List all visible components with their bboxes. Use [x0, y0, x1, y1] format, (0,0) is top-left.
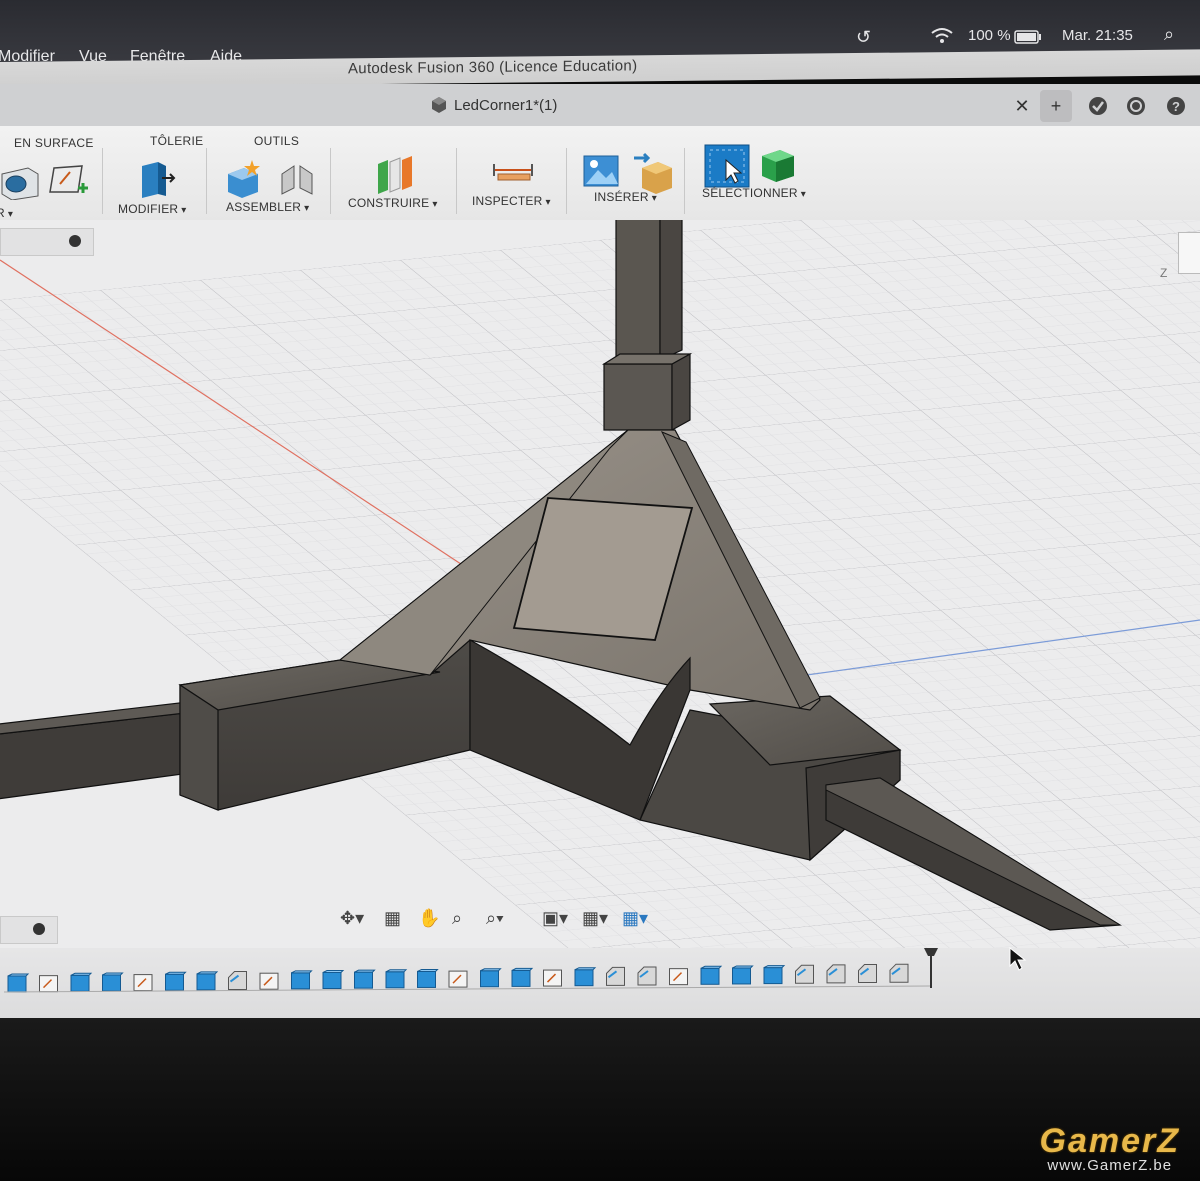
hole-icon[interactable] [0, 164, 40, 200]
svg-text:?: ? [1172, 99, 1180, 114]
document-tab[interactable]: LedCorner1*(1) [430, 96, 557, 114]
zoom-icon[interactable]: ⌕ [452, 908, 462, 929]
menubar-clock[interactable]: Mar. 21:35 [1062, 27, 1133, 44]
timeline-feature-extrude-icon[interactable] [385, 969, 408, 989]
timeline-feature-extrude-icon[interactable] [70, 972, 93, 992]
group-selectionner[interactable]: SÉLECTIONNER [702, 186, 806, 200]
tab-en-surface[interactable]: EN SURFACE [14, 136, 94, 150]
timeline-feature-chamfer-icon[interactable] [795, 964, 814, 984]
battery-percentage: 100 % [968, 27, 1011, 44]
timeline-marker-icon[interactable] [924, 948, 938, 988]
group-modifier[interactable]: MODIFIER [118, 202, 186, 216]
press-pull-icon[interactable] [136, 158, 178, 200]
fit-icon[interactable]: ⌕▾ [486, 908, 504, 929]
tab-outils[interactable]: OUTILS [254, 134, 299, 148]
close-tab-icon[interactable]: ✕ [1008, 90, 1036, 122]
tab-tolerie[interactable]: TÔLERIE [150, 134, 203, 148]
timeline-feature-extrude-icon[interactable] [417, 968, 439, 988]
vertical-rod [615, 220, 683, 361]
group-inspecter[interactable]: INSPECTER [472, 194, 551, 208]
browser-panel-collapsed[interactable] [0, 228, 94, 256]
timeline-feature-extrude-icon[interactable] [480, 968, 502, 988]
comments-panel-collapsed[interactable] [0, 916, 58, 944]
timeline-feature-sketch-icon[interactable] [448, 970, 468, 988]
timeline-feature-extrude-icon[interactable] [7, 973, 30, 993]
measure-icon[interactable] [492, 156, 534, 186]
viewport-canvas[interactable] [0, 220, 1200, 950]
pan-hand-icon[interactable]: ✋ [418, 908, 440, 929]
timeline-feature-extrude-icon[interactable] [322, 970, 345, 989]
timeline-feature-sketch-icon[interactable] [259, 972, 279, 990]
gamerz-watermark: GamerZ www.GamerZ.be [1040, 1122, 1181, 1174]
battery-icon[interactable] [1014, 30, 1042, 48]
timeline-feature-fillet-icon[interactable] [228, 971, 247, 991]
notifications-clock-icon[interactable] [1120, 90, 1152, 122]
window-title: Autodesk Fusion 360 (Licence Education) [348, 57, 638, 78]
timeline-feature-chamfer-icon[interactable] [889, 963, 909, 983]
select-icon[interactable] [704, 144, 750, 188]
timeline-feature-extrude-icon[interactable] [732, 965, 754, 985]
timeline-feature-extrude-icon[interactable] [511, 967, 534, 987]
watermark-url: www.GamerZ.be [1047, 1157, 1173, 1174]
timeline-feature-extrude-icon[interactable] [763, 965, 786, 985]
job-status-icon[interactable] [1082, 90, 1114, 122]
timeline-feature-extrude-icon[interactable] [354, 969, 376, 989]
viewports-icon[interactable]: ▦▾ [622, 908, 648, 929]
insert-image-icon[interactable] [582, 152, 622, 192]
timeline-feature-fillet-icon[interactable] [858, 964, 877, 984]
group-assembler[interactable]: ASSEMBLER [226, 200, 309, 214]
timeline-feature-extrude-icon[interactable] [196, 971, 219, 991]
mouse-cursor-icon [1009, 946, 1027, 971]
joint-icon[interactable] [278, 158, 318, 198]
timeline-feature-sketch-icon[interactable] [669, 968, 688, 986]
look-at-icon[interactable]: ▦ [384, 908, 401, 929]
orbit-icon[interactable]: ✥▾ [340, 908, 364, 929]
design-toolbar: EN SURFACE TÔLERIE OUTILS R MODIFIER ASS… [0, 126, 1200, 223]
vertical-socket [601, 352, 693, 432]
spotlight-search-icon[interactable]: ⌕ [1164, 24, 1174, 45]
wifi-icon[interactable] [930, 27, 954, 49]
document-tab-bar: LedCorner1*(1) ✕ + ? [0, 84, 1200, 128]
laptop-bezel [0, 1018, 1200, 1181]
design-viewport[interactable]: Z [0, 220, 1200, 950]
timeline-feature-sketch-icon[interactable] [543, 969, 562, 987]
time-machine-icon[interactable]: ↺ [856, 27, 871, 48]
comments-add-icon[interactable] [33, 923, 45, 935]
group-create-partial[interactable]: R [0, 206, 13, 220]
component-cube-icon [432, 97, 446, 113]
timeline-feature-extrude-icon[interactable] [102, 972, 124, 992]
watermark-logo: GamerZ [1039, 1122, 1180, 1160]
sketch-plus-icon[interactable] [48, 162, 92, 200]
grid-settings-icon[interactable]: ▦▾ [582, 908, 608, 929]
timeline-feature-extrude-icon[interactable] [291, 970, 313, 990]
browser-toggle-icon[interactable] [69, 235, 81, 247]
offset-plane-icon[interactable] [374, 154, 416, 196]
navigation-bar: ✥▾ ▦ ✋ ⌕ ⌕▾ ▣▾ ▦▾ ▦▾ [330, 898, 670, 942]
timeline-feature-extrude-icon[interactable] [574, 967, 597, 987]
timeline-feature-chamfer-icon[interactable] [606, 966, 625, 986]
display-settings-icon[interactable]: ▣▾ [542, 908, 568, 929]
timeline-feature-sketch-icon[interactable] [39, 975, 58, 993]
new-component-icon[interactable] [224, 158, 264, 198]
viewcube-axis-z[interactable]: Z [1160, 266, 1167, 280]
help-icon[interactable]: ? [1160, 90, 1192, 122]
timeline-feature-extrude-icon[interactable] [165, 971, 187, 991]
timeline-feature-fillet-icon[interactable] [826, 964, 846, 984]
group-inserer[interactable]: INSÉRER [594, 190, 657, 204]
select-body-icon[interactable] [758, 144, 798, 184]
viewcube[interactable] [1178, 232, 1200, 274]
group-construire[interactable]: CONSTRUIRE [348, 196, 438, 210]
insert-mesh-icon[interactable] [632, 150, 676, 194]
document-tab-label: LedCorner1*(1) [454, 96, 558, 114]
timeline-feature-chamfer-icon[interactable] [637, 966, 657, 986]
timeline-feature-sketch-icon[interactable] [133, 974, 153, 992]
timeline-feature-extrude-icon[interactable] [700, 965, 723, 985]
new-tab-icon[interactable]: + [1040, 90, 1072, 122]
